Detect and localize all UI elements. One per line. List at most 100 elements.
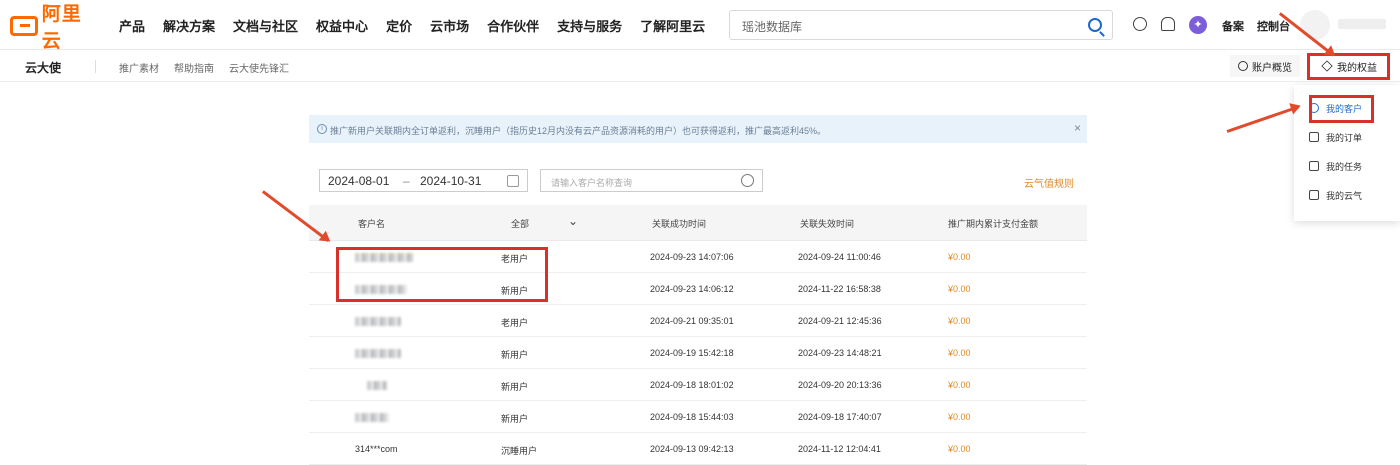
search-icon[interactable] <box>741 174 754 187</box>
table-row: 新用户 2024-09-18 15:44:03 2024-09-18 17:40… <box>309 401 1087 433</box>
user-circle-icon <box>1238 61 1248 71</box>
cloud-points-icon <box>1309 190 1319 200</box>
user-type: 新用户 <box>501 414 529 424</box>
search-icon[interactable] <box>1088 18 1102 32</box>
notice-text: 推广新用户关联期内全订单返利，沉睡用户（指历史12月内没有云产品资源消耗的用户）… <box>330 126 827 136</box>
total-paid: ¥0.00 <box>948 316 971 326</box>
column-total-paid: 推广期内累计支付金额 <box>948 219 1039 229</box>
redacted-customer-name <box>355 349 401 358</box>
logo-text: 阿里云 <box>41 4 82 52</box>
customer-table: 客户名 全部 ⌄ 关联成功时间 关联失效时间 推广期内累计支付金额 老用户 20… <box>309 205 1087 465</box>
total-paid: ¥0.00 <box>948 252 971 262</box>
date-separator: – <box>403 174 410 188</box>
annotation-arrow <box>1226 105 1300 133</box>
highlight-my-customers <box>1309 95 1374 123</box>
date-start: 2024-08-01 <box>328 174 390 188</box>
link-expire-time: 2024-11-12 12:04:41 <box>798 444 881 454</box>
date-range-picker[interactable]: 2024-08-01 – 2024-10-31 <box>319 169 528 192</box>
nav-product[interactable]: 产品 <box>119 16 145 35</box>
customer-search-placeholder: 请输入客户名称查询 <box>551 178 633 188</box>
filing-link[interactable]: 备案 <box>1222 18 1244 34</box>
main-nav: 产品 解决方案 文档与社区 权益中心 定价 云市场 合作伙伴 支持与服务 了解阿… <box>119 0 723 50</box>
chevron-down-icon[interactable]: ⌄ <box>568 214 578 228</box>
user-type-filter[interactable]: 全部 <box>511 217 529 230</box>
orders-icon <box>1309 132 1319 142</box>
console-link[interactable]: 控制台 <box>1257 18 1290 34</box>
table-row: 新用户 2024-09-19 15:42:18 2024-09-23 14:48… <box>309 337 1087 369</box>
account-overview-label: 账户概览 <box>1252 62 1292 74</box>
info-icon: i <box>317 124 327 134</box>
nav-partners[interactable]: 合作伙伴 <box>487 16 539 35</box>
column-link-expire-time: 关联失效时间 <box>800 219 855 229</box>
nav-pricing[interactable]: 定价 <box>386 16 412 35</box>
column-link-success-time: 关联成功时间 <box>652 219 707 229</box>
customer-search-input[interactable]: 请输入客户名称查询 <box>540 169 763 192</box>
link-expire-time: 2024-09-21 12:45:36 <box>798 316 882 326</box>
table-row: 老用户 2024-09-21 09:35:01 2024-09-21 12:45… <box>309 305 1087 337</box>
nav-about[interactable]: 了解阿里云 <box>640 16 705 35</box>
link-expire-time: 2024-09-18 17:40:07 <box>798 412 882 422</box>
table-row: 314***com 沉睡用户 2024-09-13 09:42:13 2024-… <box>309 433 1087 465</box>
close-icon[interactable]: × <box>1074 121 1081 135</box>
date-end: 2024-10-31 <box>420 174 482 188</box>
link-expire-time: 2024-11-22 16:58:38 <box>798 284 881 294</box>
divider <box>95 60 96 73</box>
link-success-time: 2024-09-18 15:44:03 <box>650 412 734 422</box>
avatar[interactable] <box>1300 10 1330 40</box>
sub-navbar: 云大使 推广素材 帮助指南 云大使先锋汇 账户概览 我的权益 <box>0 50 1400 82</box>
user-type: 新用户 <box>501 382 529 392</box>
aliyun-logo[interactable]: 阿里云 <box>10 4 96 52</box>
menu-item-label: 我的云气 <box>1326 190 1363 201</box>
menu-item-label: 我的任务 <box>1326 161 1363 172</box>
username-redacted <box>1338 19 1386 29</box>
user-type: 沉睡用户 <box>501 446 538 456</box>
table-header: 客户名 全部 ⌄ 关联成功时间 关联失效时间 推广期内累计支付金额 <box>309 205 1087 241</box>
user-type: 新用户 <box>501 350 529 360</box>
nav-support[interactable]: 支持与服务 <box>557 16 622 35</box>
sub-nav-materials[interactable]: 推广素材 <box>119 60 159 75</box>
customer-name: 314***com <box>355 444 398 454</box>
aliyun-logo-icon <box>10 16 38 36</box>
menu-item-label: 我的订单 <box>1326 132 1363 143</box>
redacted-customer-name <box>355 317 401 326</box>
dashboard-icon[interactable] <box>1133 17 1147 31</box>
menu-item-my-orders[interactable]: 我的订单 <box>1309 129 1362 145</box>
menu-item-my-tasks[interactable]: 我的任务 <box>1309 158 1362 174</box>
link-expire-time: 2024-09-24 11:00:46 <box>798 252 881 262</box>
redacted-customer-name <box>355 413 389 422</box>
filter-bar: 2024-08-01 – 2024-10-31 请输入客户名称查询 云气值规则 <box>309 157 1087 204</box>
top-navbar: 阿里云 产品 解决方案 文档与社区 权益中心 定价 云市场 合作伙伴 支持与服务… <box>0 0 1400 52</box>
total-paid: ¥0.00 <box>948 412 971 422</box>
site-search-input[interactable]: 瑶池数据库 <box>729 10 1113 40</box>
link-success-time: 2024-09-19 15:42:18 <box>650 348 734 358</box>
column-customer-name: 客户名 <box>358 219 386 229</box>
sub-nav-guide[interactable]: 帮助指南 <box>174 60 214 75</box>
link-expire-time: 2024-09-20 20:13:36 <box>798 380 882 390</box>
total-paid: ¥0.00 <box>948 444 971 454</box>
link-success-time: 2024-09-13 09:42:13 <box>650 444 734 454</box>
total-paid: ¥0.00 <box>948 380 971 390</box>
link-success-time: 2024-09-23 14:07:06 <box>650 252 734 262</box>
total-paid: ¥0.00 <box>948 284 971 294</box>
nav-rights-center[interactable]: 权益中心 <box>316 16 368 35</box>
cloud-upload-icon[interactable] <box>1161 17 1175 31</box>
nav-marketplace[interactable]: 云市场 <box>430 16 469 35</box>
nav-docs-community[interactable]: 文档与社区 <box>233 16 298 35</box>
link-success-time: 2024-09-18 18:01:02 <box>650 380 734 390</box>
total-paid: ¥0.00 <box>948 348 971 358</box>
product-title[interactable]: 云大使 <box>25 59 61 76</box>
cloud-points-rules-link[interactable]: 云气值规则 <box>1024 175 1074 190</box>
sub-nav-pioneer[interactable]: 云大使先锋汇 <box>229 60 289 75</box>
tasks-icon <box>1309 161 1319 171</box>
highlight-customer-rows <box>336 247 548 302</box>
link-success-time: 2024-09-21 09:35:01 <box>650 316 734 326</box>
promo-notice-banner: i 推广新用户关联期内全订单返利，沉睡用户（指历史12月内没有云产品资源消耗的用… <box>309 115 1087 143</box>
sub-nav: 推广素材 帮助指南 云大使先锋汇 <box>119 60 304 75</box>
account-overview-button[interactable]: 账户概览 <box>1230 55 1300 77</box>
calendar-icon[interactable] <box>507 175 519 187</box>
menu-item-my-cloud-points[interactable]: 我的云气 <box>1309 187 1362 203</box>
highlight-my-rights <box>1307 53 1390 80</box>
nav-solutions[interactable]: 解决方案 <box>163 16 215 35</box>
ai-assistant-icon[interactable]: ✦ <box>1189 16 1207 34</box>
link-expire-time: 2024-09-23 14:48:21 <box>798 348 882 358</box>
